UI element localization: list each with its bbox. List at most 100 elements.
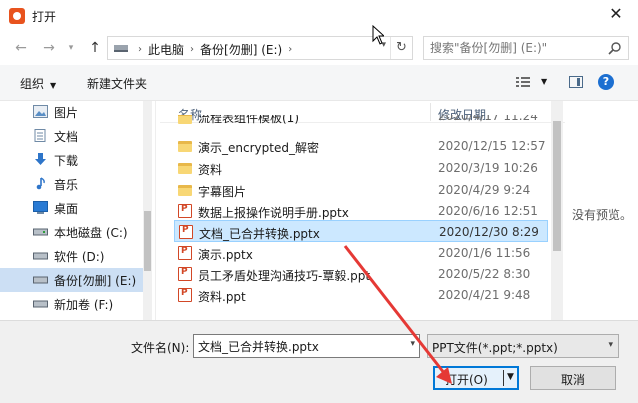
sidebar-item-desktop[interactable]: 桌面	[0, 196, 148, 220]
file-name: 演示_encrypted_解密	[198, 141, 319, 155]
file-name: 资料	[198, 163, 223, 177]
file-name: 演示.pptx	[198, 248, 253, 262]
command-toolbar: 组织 ▼ 新建文件夹 ▼ ?	[0, 65, 638, 101]
file-row[interactable]: 资料.ppt 2020/4/21 9:48	[174, 284, 548, 306]
pictures-icon	[33, 105, 48, 118]
sidebar-item-pictures[interactable]: 图片	[0, 101, 148, 124]
filename-label: 文件名(N):	[131, 341, 190, 355]
desktop-icon	[33, 201, 48, 214]
close-icon[interactable]: ✕	[606, 4, 626, 24]
preview-message: 没有预览。	[572, 208, 633, 222]
chevron-right-icon[interactable]: ›	[138, 44, 142, 55]
dialog-footer: 文件名(N): ▾ PPT文件(*.ppt;*.pptx) ▾ 打开(O) ▼ …	[0, 320, 638, 403]
help-icon[interactable]: ?	[598, 74, 614, 90]
file-date: 2020/6/16 12:51	[438, 204, 538, 218]
file-row[interactable]: 数据上报操作说明手册.pptx 2020/6/16 12:51	[174, 200, 548, 222]
file-name: 字幕图片	[198, 185, 247, 199]
file-row[interactable]: 资料 2020/3/19 10:26	[174, 157, 548, 179]
drive-icon	[33, 252, 48, 260]
file-name: 流程表组件模板(1)	[198, 115, 299, 125]
folder-icon	[178, 185, 192, 196]
view-options-icon[interactable]	[516, 76, 530, 88]
up-arrow-icon[interactable]: ↑	[84, 37, 106, 59]
chevron-right-icon[interactable]: ›	[288, 44, 292, 55]
ppt-file-icon	[178, 288, 192, 302]
chevron-down-icon[interactable]: ▾	[410, 339, 415, 349]
organize-label: 组织	[20, 77, 45, 91]
pptx-file-icon	[178, 204, 192, 218]
chevron-right-icon[interactable]: ›	[190, 44, 194, 55]
folder-icon	[178, 163, 192, 174]
breadcrumb-this-pc[interactable]: 此电脑	[148, 41, 184, 58]
preview-pane-icon[interactable]	[569, 76, 583, 88]
sidebar-item-label: 音乐	[54, 178, 79, 192]
sidebar-scrollbar-thumb[interactable]	[144, 211, 151, 271]
music-icon	[36, 177, 45, 190]
folder-icon	[178, 141, 192, 152]
sidebar-scrollbar[interactable]	[143, 101, 152, 320]
back-arrow-icon[interactable]: ←	[10, 37, 32, 59]
breadcrumb: › 此电脑 › 备份[勿删] (E:) ›	[132, 41, 298, 58]
sidebar-item-downloads[interactable]: 下载	[0, 148, 148, 172]
file-name: 员工矛盾处理沟通技巧-覃毅.ppt	[198, 269, 371, 283]
filename-input[interactable]	[198, 338, 398, 354]
forward-arrow-icon[interactable]: →	[38, 37, 60, 59]
file-row[interactable]: 演示.pptx 2020/1/6 11:56	[174, 242, 548, 264]
split-divider	[503, 370, 504, 386]
file-row-selected[interactable]: 文档_已合并转换.pptx 2020/12/30 8:29	[174, 220, 548, 242]
pptx-file-icon	[178, 246, 192, 260]
file-list: 名称 修改日期 流程表组件模板(1) 2020/4/17 11:24 演示_en…	[160, 101, 565, 320]
app-icon	[9, 8, 25, 24]
window-title: 打开	[32, 10, 57, 24]
file-row[interactable]: 流程表组件模板(1) 2020/4/17 11:24	[174, 115, 548, 131]
sidebar-item-drive-d[interactable]: 软件 (D:)	[0, 244, 148, 268]
file-date: 2020/12/15 12:57	[438, 139, 546, 153]
open-button-label: 打开(O)	[445, 373, 488, 387]
sidebar-item-drive-c[interactable]: 本地磁盘 (C:)	[0, 220, 148, 244]
open-dropdown-icon[interactable]: ▼	[507, 372, 514, 382]
cancel-button[interactable]: 取消	[530, 366, 616, 390]
chevron-down-icon[interactable]: ▾	[608, 340, 613, 350]
sidebar-item-label: 桌面	[54, 202, 79, 216]
sidebar-item-drive-e[interactable]: 备份[勿删] (E:)	[0, 268, 148, 292]
sidebar-item-label: 文档	[54, 130, 79, 144]
breadcrumb-drive-e[interactable]: 备份[勿删] (E:)	[200, 41, 282, 58]
refresh-icon[interactable]: ↻	[390, 37, 412, 59]
file-row[interactable]: 员工矛盾处理沟通技巧-覃毅.ppt 2020/5/22 8:30	[174, 263, 548, 285]
navigation-pane: 图片 文档 下载 音乐 桌面 本地磁盘 (C:) 软件 (D:) 备份[勿删] …	[0, 101, 156, 320]
new-folder-button[interactable]: 新建文件夹	[87, 75, 147, 92]
file-row[interactable]: 字幕图片 2020/4/29 9:24	[174, 179, 548, 201]
filetype-select[interactable]: PPT文件(*.ppt;*.pptx) ▾	[427, 334, 619, 358]
text-cursor-icon	[372, 25, 384, 45]
file-list-scrollbar[interactable]	[551, 101, 563, 320]
view-dropdown-icon[interactable]: ▼	[541, 77, 547, 86]
file-name: 文档_已合并转换.pptx	[199, 227, 320, 241]
search-input[interactable]	[430, 40, 600, 56]
chevron-down-icon: ▼	[50, 81, 57, 90]
search-box[interactable]	[423, 36, 629, 60]
file-list-scrollbar-thumb[interactable]	[553, 121, 561, 251]
search-icon[interactable]	[608, 41, 622, 55]
filetype-value: PPT文件(*.ppt;*.pptx)	[432, 341, 558, 355]
sidebar-item-label: 软件 (D:)	[54, 250, 105, 264]
address-bar[interactable]: › 此电脑 › 备份[勿删] (E:) › ▾ ↻	[107, 36, 413, 60]
organize-menu[interactable]: 组织 ▼	[20, 75, 56, 92]
filename-combobox[interactable]: ▾	[193, 334, 420, 358]
file-date: 2020/5/22 8:30	[438, 267, 531, 281]
file-row[interactable]: 演示_encrypted_解密 2020/12/15 12:57	[174, 135, 548, 157]
recent-chevron-down-icon[interactable]: ▾	[60, 37, 82, 59]
file-date: 2020/12/30 8:29	[439, 225, 539, 239]
sidebar-item-label: 图片	[54, 106, 79, 120]
open-button[interactable]: 打开(O) ▼	[433, 366, 519, 390]
sidebar-item-music[interactable]: 音乐	[0, 172, 148, 196]
file-name: 数据上报操作说明手册.pptx	[198, 206, 349, 220]
sidebar-item-drive-f[interactable]: 新加卷 (F:)	[0, 292, 148, 316]
sidebar-item-label: 下载	[54, 154, 79, 168]
sidebar-item-documents[interactable]: 文档	[0, 124, 148, 148]
file-date: 2020/3/19 10:26	[438, 161, 538, 175]
folder-icon	[178, 115, 192, 124]
sidebar-item-label: 本地磁盘 (C:)	[54, 226, 128, 240]
sidebar-item-label: 新加卷 (F:)	[54, 298, 114, 312]
file-date: 2020/4/17 11:24	[438, 115, 538, 123]
ppt-file-icon	[178, 267, 192, 281]
